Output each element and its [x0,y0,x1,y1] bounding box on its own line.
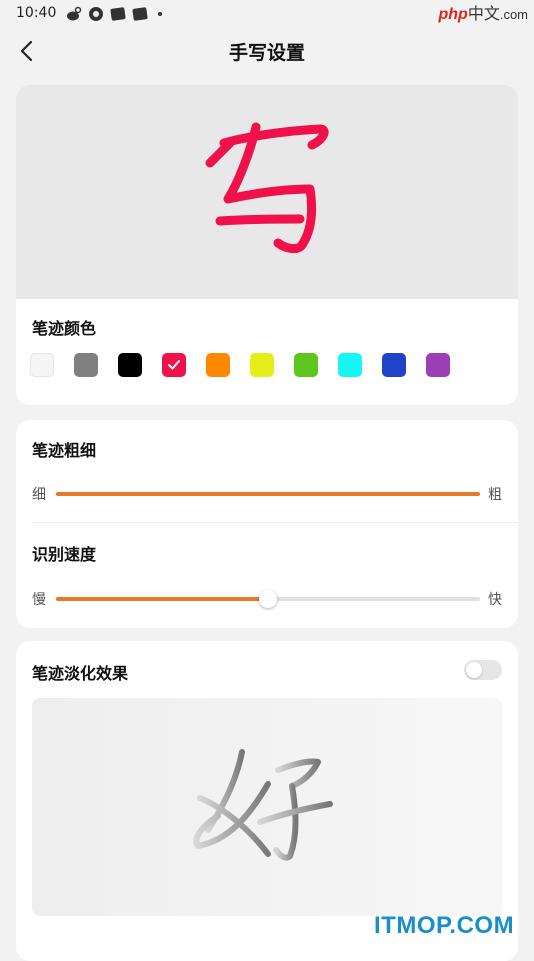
status-icons [66,6,162,22]
app-icon [132,7,148,21]
stroke-color-card: 笔迹颜色 [16,85,518,405]
handwriting-preview [16,85,518,299]
speed-min-label: 慢 [32,592,46,608]
header: 手写设置 [0,28,534,74]
stroke-width-min-label: 细 [32,487,46,503]
stroke-width-fill [56,492,480,496]
weibo-icon [67,6,82,21]
watermark-bottom: ITMOP.COM [374,912,515,939]
stroke-width-slider[interactable] [56,492,480,496]
watermark-logo: php中文.com [438,6,528,23]
fade-effect-toggle[interactable] [464,660,502,680]
recognition-speed-thumb[interactable] [259,590,277,608]
stroke-settings-card: 笔迹粗细 细 粗 识别速度 慢 快 [16,420,518,628]
recognition-speed-slider[interactable] [56,590,480,608]
color-swatch[interactable] [294,353,318,377]
stroke-width-label: 笔迹粗细 [32,441,97,460]
handwriting-preview-stroke [205,122,329,254]
speed-max-label: 快 [488,592,502,608]
stroke-width-max-label: 粗 [488,487,502,503]
app-icon [110,7,126,21]
color-swatch[interactable] [74,353,98,377]
status-bar: 10:40 php中文.com [0,0,534,28]
aperture-icon [89,7,103,21]
color-swatch[interactable] [206,353,230,377]
recognition-speed-fill [56,597,268,601]
color-swatch[interactable] [382,353,406,377]
more-notifications-icon [158,12,162,16]
color-swatch[interactable] [162,353,186,377]
color-swatch[interactable] [30,353,54,377]
status-time: 10:40 [16,5,57,21]
page-title: 手写设置 [228,42,305,64]
color-swatch[interactable] [338,353,362,377]
check-icon [168,360,180,370]
toggle-knob [466,662,482,678]
fade-sample-stroke [193,749,333,861]
fade-effect-preview [32,698,502,916]
color-swatch[interactable] [118,353,142,377]
divider [32,522,518,523]
stroke-color-label: 笔迹颜色 [32,319,97,338]
color-swatch[interactable] [250,353,274,377]
color-swatch[interactable] [426,353,450,377]
fade-effect-label: 笔迹淡化效果 [32,664,129,683]
recognition-speed-label: 识别速度 [32,545,97,564]
